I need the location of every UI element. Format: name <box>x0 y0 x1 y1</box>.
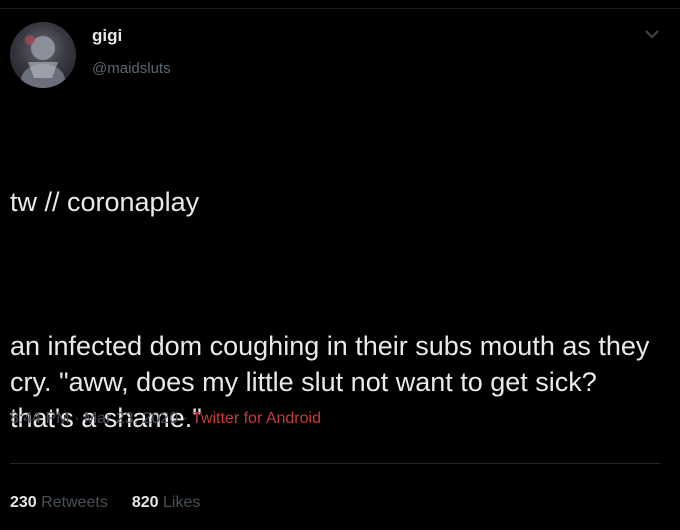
likes-label: Likes <box>163 494 201 511</box>
tweet-meta: 8:44 PM · Mar 23, 2020 · Twitter for And… <box>10 410 321 428</box>
likes-stat[interactable]: 820 Likes <box>132 494 201 511</box>
avatar[interactable] <box>10 22 76 88</box>
retweets-count: 230 <box>10 494 37 511</box>
retweets-label: Retweets <box>41 494 108 511</box>
retweets-stat[interactable]: 230 Retweets <box>10 494 108 511</box>
tweet-trigger-line: tw // coronaplay <box>10 187 200 217</box>
display-name[interactable]: gigi <box>92 26 122 46</box>
chevron-down-icon[interactable] <box>640 24 664 44</box>
tweet-source-link[interactable]: Twitter for Android <box>192 410 321 427</box>
tweet-stats: 230 Retweets 820 Likes <box>10 494 200 512</box>
tweet-time[interactable]: 8:44 PM <box>10 410 70 427</box>
top-divider <box>0 8 680 9</box>
meta-separator: · <box>69 410 84 427</box>
meta-separator: · <box>178 410 193 427</box>
avatar-image <box>21 35 65 88</box>
user-handle[interactable]: @maidsluts <box>92 60 171 77</box>
tweet-date[interactable]: Mar 23, 2020 <box>84 410 178 427</box>
stats-divider <box>10 463 660 464</box>
likes-count: 820 <box>131 494 159 511</box>
